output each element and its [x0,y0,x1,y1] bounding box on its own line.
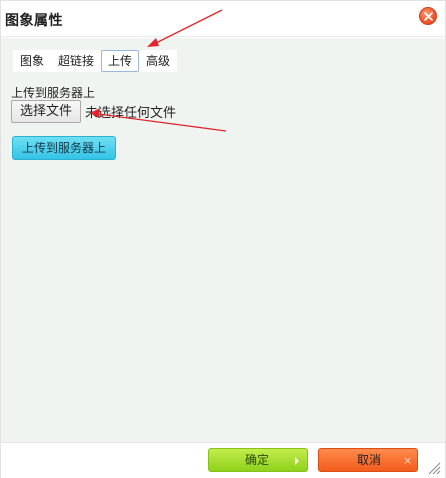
cancel-x-icon: × [403,454,413,467]
dialog-footer: 确定 取消 × [1,442,445,478]
upload-to-server-button[interactable]: 上传到服务器上 [12,136,116,160]
dialog-content: 图象 超链接 上传 高级 上传到服务器上 选择文件 未选择任何文件 上传到服务器… [1,38,445,442]
upload-section-label: 上传到服务器上 [11,86,96,100]
dialog-title: 图象属性 [5,13,63,29]
tab-advanced[interactable]: 高级 [139,50,178,72]
choose-file-button[interactable]: 选择文件 [11,100,81,123]
image-properties-dialog: 图象属性 图象 超链接 上传 高级 上传到服务器上 选择文件 未选择任何文件 上… [0,0,446,478]
resize-grip-icon[interactable] [427,461,441,475]
play-arrow-icon [295,457,299,465]
ok-button-label: 确定 [244,453,269,467]
upload-panel: 上传到服务器上 选择文件 未选择任何文件 上传到服务器上 [11,84,176,160]
no-file-status: 未选择任何文件 [85,106,177,121]
close-button[interactable] [419,7,437,25]
file-input-row: 选择文件 未选择任何文件 [11,100,251,124]
ok-button[interactable]: 确定 [208,448,308,472]
close-icon [424,12,433,21]
tab-hyperlink[interactable]: 超链接 [51,50,102,72]
tab-bar: 图象 超链接 上传 高级 [13,50,178,72]
dialog-titlebar: 图象属性 [1,1,445,37]
tab-upload[interactable]: 上传 [101,50,140,72]
cancel-button[interactable]: 取消 × [318,448,418,472]
tab-image[interactable]: 图象 [13,50,52,72]
